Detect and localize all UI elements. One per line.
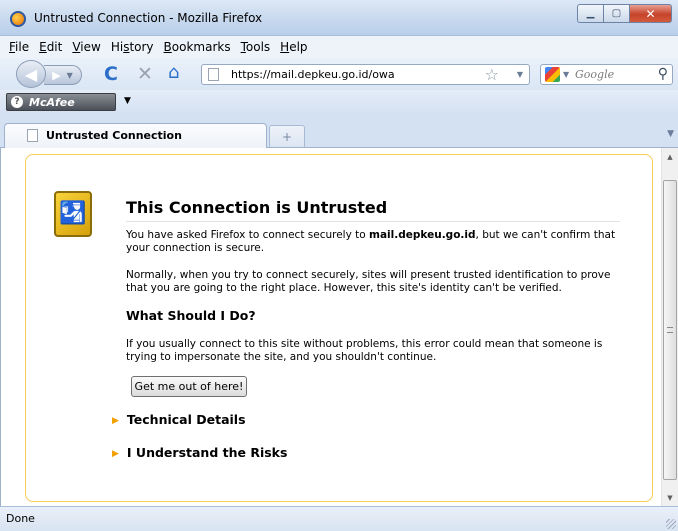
maximize-button[interactable]: ▢ <box>603 4 629 23</box>
search-input[interactable]: Google <box>575 68 614 81</box>
resize-grip-icon[interactable] <box>666 519 676 529</box>
menu-file[interactable]: File <box>4 40 34 54</box>
get-me-out-button[interactable]: Get me out of here! <box>131 376 247 397</box>
forward-arrow-icon: ▶ <box>52 68 61 82</box>
menu-help[interactable]: Help <box>275 40 312 54</box>
search-bar[interactable]: ▼ Google ⚲ <box>540 64 673 85</box>
error-explanation: Normally, when you try to connect secure… <box>126 269 611 294</box>
back-button[interactable]: ◀ <box>16 60 46 88</box>
window-controls: ▁ ▢ ✕ <box>577 4 672 23</box>
scroll-up-icon[interactable]: ▲ <box>662 148 678 165</box>
scroll-grip-icon <box>667 327 673 333</box>
vertical-scrollbar[interactable]: ▲ ▼ <box>661 148 678 506</box>
status-bar: Done <box>0 506 678 531</box>
technical-details-label: Technical Details <box>126 412 246 427</box>
menu-tools[interactable]: Tools <box>236 40 276 54</box>
firefox-logo-icon <box>10 11 26 27</box>
mcafee-label: McAfee <box>29 95 75 109</box>
error-title: This Connection is Untrusted <box>126 198 620 222</box>
tab-label: Untrusted Connection <box>46 129 182 142</box>
status-text: Done <box>6 512 35 525</box>
home-icon[interactable]: ⌂ <box>168 63 179 83</box>
stop-icon[interactable]: ✕ <box>137 64 153 84</box>
what-should-i-do-heading: What Should I Do? <box>126 308 256 323</box>
tab-strip: Untrusted Connection + ▼ <box>0 114 678 148</box>
google-engine-icon[interactable] <box>545 67 560 82</box>
menu-history[interactable]: History <box>106 40 159 54</box>
search-icon[interactable]: ⚲ <box>658 65 668 84</box>
page-icon <box>208 68 219 81</box>
forward-button[interactable]: ▶ ▼ <box>44 65 82 85</box>
understand-risks-label: I Understand the Risks <box>126 445 288 460</box>
back-arrow-icon: ◀ <box>24 64 38 84</box>
error-page-container: 🛂 This Connection is Untrusted You have … <box>25 154 653 502</box>
reload-icon[interactable]: C <box>104 64 118 84</box>
history-dropdown-icon[interactable]: ▼ <box>67 71 73 80</box>
advice-text: If you usually connect to this site with… <box>126 338 603 363</box>
url-dropdown-icon[interactable]: ▼ <box>517 70 523 79</box>
technical-details-expander[interactable]: ▶ Technical Details <box>112 412 246 427</box>
close-button[interactable]: ✕ <box>629 4 672 23</box>
search-engine-dropdown-icon[interactable]: ▼ <box>563 70 569 79</box>
window-title: Untrusted Connection - Mozilla Firefox <box>34 11 263 25</box>
error-description: You have asked Firefox to connect secure… <box>126 229 616 254</box>
navigation-toolbar: ▶ ▼ ◀ C ✕ ⌂ https://mail.depkeu.go.id/ow… <box>0 58 678 90</box>
scroll-down-icon[interactable]: ▼ <box>662 489 678 506</box>
understand-risks-expander[interactable]: ▶ I Understand the Risks <box>112 445 287 460</box>
menu-bookmarks[interactable]: Bookmarks <box>159 40 236 54</box>
tab-list-dropdown-icon[interactable]: ▼ <box>667 129 674 139</box>
bookmark-star-icon[interactable]: ☆ <box>485 65 499 84</box>
new-tab-button[interactable]: + <box>269 125 305 147</box>
url-text[interactable]: https://mail.depkeu.go.id/owa <box>231 68 395 81</box>
scroll-thumb[interactable] <box>663 180 677 480</box>
mcafee-dropdown-icon[interactable]: ▼ <box>124 96 131 106</box>
host-name: mail.depkeu.go.id <box>369 229 476 241</box>
mcafee-button[interactable]: ? McAfee <box>6 93 116 111</box>
title-bar: Untrusted Connection - Mozilla Firefox ▁… <box>0 0 678 36</box>
expand-arrow-icon: ▶ <box>112 449 119 459</box>
url-bar[interactable]: https://mail.depkeu.go.id/owa ☆ ▼ <box>201 64 530 85</box>
menu-bar: File Edit View History Bookmarks Tools H… <box>0 36 678 58</box>
page-content: 🛂 This Connection is Untrusted You have … <box>0 148 678 506</box>
tab-page-icon <box>27 129 38 142</box>
menu-edit[interactable]: Edit <box>34 40 67 54</box>
untrusted-certificate-icon: 🛂 <box>54 191 92 237</box>
minimize-button[interactable]: ▁ <box>577 4 603 23</box>
menu-view[interactable]: View <box>67 40 105 54</box>
mcafee-toolbar: ? McAfee ▼ <box>0 90 678 114</box>
tab-untrusted-connection[interactable]: Untrusted Connection <box>4 123 267 148</box>
mcafee-status-icon: ? <box>11 96 23 108</box>
expand-arrow-icon: ▶ <box>112 416 119 426</box>
